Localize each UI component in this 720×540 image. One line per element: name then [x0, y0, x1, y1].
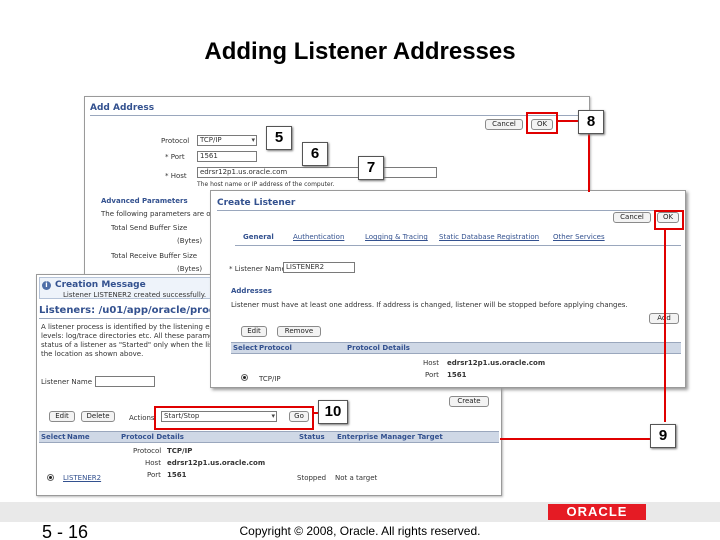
- remove-address-button[interactable]: Remove: [277, 326, 321, 337]
- listener-status: Stopped: [297, 474, 327, 482]
- callout-8-connector: [588, 134, 590, 192]
- tab-general[interactable]: General: [243, 233, 274, 241]
- create-ok-highlight-box: [654, 210, 684, 230]
- callout-8: 8: [578, 110, 604, 134]
- listener-name-input[interactable]: LISTENER2: [283, 262, 355, 273]
- oracle-logo: ORACLE: [548, 504, 646, 520]
- callout-7: 7: [358, 156, 384, 180]
- addresses-desc: Listener must have at least one address.…: [231, 301, 628, 309]
- ok-highlight-box: [526, 112, 558, 134]
- address-row-radio[interactable]: [241, 374, 248, 381]
- host-label: * Host: [165, 172, 187, 180]
- edit-address-button[interactable]: Edit: [241, 326, 267, 337]
- protocol-label: Protocol: [161, 137, 190, 145]
- create-listener-cancel-button[interactable]: Cancel: [613, 212, 651, 223]
- listener-name-filter-input[interactable]: [95, 376, 155, 387]
- slide-title: Adding Listener Addresses: [204, 38, 516, 65]
- protocol-select[interactable]: TCP/IP: [197, 135, 257, 146]
- port-input[interactable]: 1561: [197, 151, 257, 162]
- addresses-title: Addresses: [231, 287, 272, 295]
- listeners-desc-1: A listener process is identified by the …: [41, 323, 219, 331]
- tab-logging-tracing[interactable]: Logging & Tracing: [365, 233, 428, 241]
- copyright: Copyright © 2008, Oracle. All rights res…: [239, 524, 481, 538]
- callout-8-leader: [558, 120, 580, 122]
- creation-message-text: Listener LISTENER2 created successfully.: [63, 291, 207, 299]
- send-buffer-label: Total Send Buffer Size: [111, 224, 188, 232]
- creation-message-title: Creation Message: [55, 280, 146, 290]
- add-address-cancel-button[interactable]: Cancel: [485, 119, 523, 130]
- tab-authentication[interactable]: Authentication: [293, 233, 344, 241]
- actions-highlight-box: [154, 406, 314, 430]
- listener-name-link[interactable]: LISTENER2: [63, 474, 101, 482]
- listener-name-label: * Listener Name: [229, 265, 286, 273]
- callout-5: 5: [266, 126, 292, 150]
- em-target: Not a target: [335, 474, 378, 482]
- port-label: * Port: [165, 153, 185, 161]
- receive-unit: (Bytes): [177, 265, 203, 273]
- delete-button[interactable]: Delete: [81, 411, 115, 422]
- callout-9-leader: [500, 438, 650, 440]
- tab-static-db-registration[interactable]: Static Database Registration: [439, 233, 539, 241]
- send-unit: (Bytes): [177, 237, 203, 245]
- callout-9-connector: [664, 230, 666, 422]
- tab-other-services[interactable]: Other Services: [553, 233, 605, 241]
- host-input[interactable]: edrsr12p1.us.oracle.com: [197, 167, 437, 178]
- callout-10: 10: [318, 400, 348, 424]
- host-hint: The host name or IP address of the compu…: [197, 181, 335, 188]
- create-button[interactable]: Create: [449, 396, 489, 407]
- listener-row-radio[interactable]: [47, 474, 54, 481]
- create-listener-screen: Create Listener Cancel OK General Authen…: [210, 190, 686, 388]
- addresses-table-header: Select Protocol Protocol Details: [231, 342, 681, 354]
- listeners-desc-3: status of a listener as "Started" only w…: [41, 341, 216, 349]
- actions-label: Actions: [129, 414, 155, 422]
- add-address-title: Add Address: [90, 103, 155, 113]
- listeners-table-header: Select Name Protocol Details Status Ente…: [39, 431, 499, 443]
- create-listener-title: Create Listener: [217, 198, 296, 208]
- callout-6: 6: [302, 142, 328, 166]
- listeners-desc-4: the location as shown above.: [41, 350, 144, 358]
- receive-buffer-label: Total Receive Buffer Size: [111, 252, 198, 260]
- callout-9: 9: [650, 424, 676, 448]
- listener-name-filter-label: Listener Name: [41, 378, 93, 386]
- edit-button[interactable]: Edit: [49, 411, 75, 422]
- info-icon: i: [42, 281, 51, 290]
- advanced-parameters-title: Advanced Parameters: [101, 197, 188, 205]
- listeners-desc-2: levels: log/trace directories etc. All t…: [41, 332, 224, 340]
